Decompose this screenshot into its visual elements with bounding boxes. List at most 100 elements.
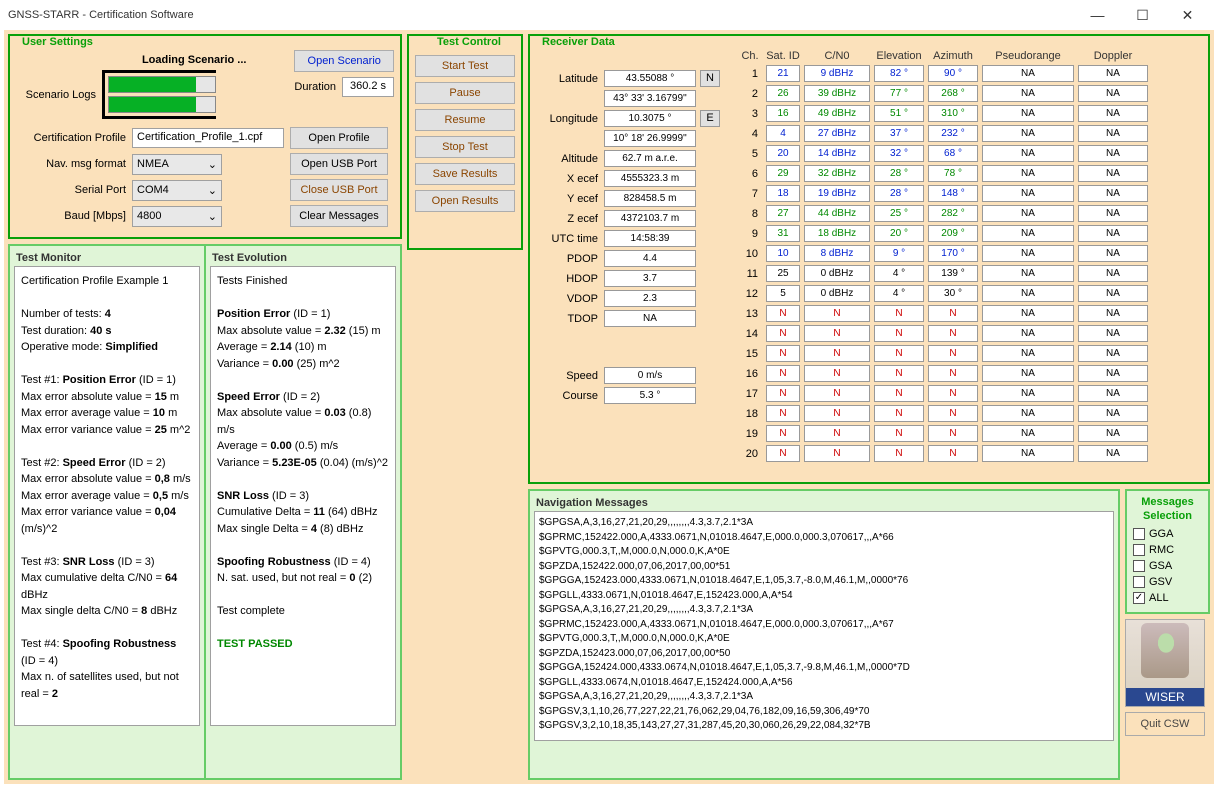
xecef-value: 4555323.3 m	[604, 170, 696, 187]
cert-profile-label: Certification Profile	[16, 132, 126, 144]
close-button[interactable]: ✕	[1165, 0, 1210, 30]
checkbox-rmc[interactable]: RMC	[1133, 544, 1202, 556]
hdr-azimuth: Azimuth	[928, 50, 978, 62]
altitude-value: 62.7 m a.r.e.	[604, 150, 696, 167]
chevron-down-icon: ⌄	[208, 184, 217, 197]
baud-select[interactable]: 4800⌄	[132, 206, 222, 227]
sat-row: 4 4 27 dBHz 37 ° 232 ° NA NA	[738, 124, 1148, 143]
vdop-label: VDOP	[536, 293, 598, 305]
pdop-label: PDOP	[536, 253, 598, 265]
yecef-value: 828458.5 m	[604, 190, 696, 207]
course-label: Course	[536, 390, 598, 402]
window-title: GNSS-STARR - Certification Software	[8, 9, 1075, 21]
lat-hem-button[interactable]: N	[700, 70, 720, 87]
longitude-value: 10.3075 °	[604, 110, 696, 127]
sat-row: 6 29 32 dBHz 28 ° 78 ° NA NA	[738, 164, 1148, 183]
minimize-button[interactable]: —	[1075, 0, 1120, 30]
open-usb-button[interactable]: Open USB Port	[290, 153, 388, 175]
chevron-down-icon: ⌄	[208, 210, 217, 223]
sat-row: 13 N N N N NA NA	[738, 304, 1148, 323]
user-settings-panel: User Settings Loading Scenario ... Scena…	[8, 34, 402, 239]
course-value: 5.3 °	[604, 387, 696, 404]
baud-label: Baud [Mbps]	[16, 210, 126, 222]
zecef-value: 4372103.7 m	[604, 210, 696, 227]
start-test-button[interactable]: Start Test	[415, 55, 515, 77]
latitude-dms: 43° 33' 3.16799''	[604, 90, 696, 107]
serial-port-select[interactable]: COM4⌄	[132, 180, 222, 201]
open-profile-button[interactable]: Open Profile	[290, 127, 388, 149]
sat-row: 3 16 49 dBHz 51 ° 310 ° NA NA	[738, 104, 1148, 123]
resume-button[interactable]: Resume	[415, 109, 515, 131]
cert-profile-input[interactable]: Certification_Profile_1.cpf	[132, 128, 284, 148]
sat-row: 7 18 19 dBHz 28 ° 148 ° NA NA	[738, 184, 1148, 203]
sat-row: 1 21 9 dBHz 82 ° 90 ° NA NA	[738, 64, 1148, 83]
checkbox-gga[interactable]: GGA	[1133, 528, 1202, 540]
sat-row: 15 N N N N NA NA	[738, 344, 1148, 363]
wiser-logo: WISER	[1125, 619, 1205, 707]
checkbox-gsv[interactable]: GSV	[1133, 576, 1202, 588]
hdop-value: 3.7	[604, 270, 696, 287]
sat-row: 11 25 0 dBHz 4 ° 139 ° NA NA	[738, 264, 1148, 283]
hdr-ch: Ch.	[738, 50, 762, 62]
xecef-label: X ecef	[536, 173, 598, 185]
pause-button[interactable]: Pause	[415, 82, 515, 104]
lon-hem-button[interactable]: E	[700, 110, 720, 127]
close-usb-button[interactable]: Close USB Port	[290, 179, 388, 201]
sat-row: 9 31 18 dBHz 20 ° 209 ° NA NA	[738, 224, 1148, 243]
nav-messages-title: Navigation Messages	[534, 495, 1114, 511]
sat-row: 19 N N N N NA NA	[738, 424, 1148, 443]
sat-row: 5 20 14 dBHz 32 ° 68 ° NA NA	[738, 144, 1148, 163]
nav-format-label: Nav. msg format	[16, 158, 126, 170]
test-monitor-title: Test Monitor	[14, 250, 200, 266]
test-evolution-body: Tests FinishedPosition Error (ID = 1)Max…	[210, 266, 396, 726]
checkbox-all[interactable]: ✓ALL	[1133, 592, 1202, 604]
open-results-button[interactable]: Open Results	[415, 190, 515, 212]
vdop-value: 2.3	[604, 290, 696, 307]
receiver-data-title: Receiver Data	[540, 36, 617, 48]
sat-row: 20 N N N N NA NA	[738, 444, 1148, 463]
test-evolution-title: Test Evolution	[210, 250, 396, 266]
messages-selection-panel: MessagesSelection GGA RMC GSA GSV ✓ALL	[1125, 489, 1210, 614]
sat-row: 14 N N N N NA NA	[738, 324, 1148, 343]
progress-1	[108, 76, 216, 93]
utc-value: 14:58:39	[604, 230, 696, 247]
hdr-elevation: Elevation	[874, 50, 924, 62]
test-control-title: Test Control	[435, 36, 503, 48]
pdop-value: 4.4	[604, 250, 696, 267]
speed-label: Speed	[536, 370, 598, 382]
altitude-label: Altitude	[536, 153, 598, 165]
test-control-panel: Test Control Start Test Pause Resume Sto…	[407, 34, 523, 250]
clear-messages-button[interactable]: Clear Messages	[290, 205, 388, 227]
zecef-label: Z ecef	[536, 213, 598, 225]
hdop-label: HDOP	[536, 273, 598, 285]
sat-row: 18 N N N N NA NA	[738, 404, 1148, 423]
longitude-dms: 10° 18' 26.9999''	[604, 130, 696, 147]
stop-test-button[interactable]: Stop Test	[415, 136, 515, 158]
receiver-data-panel: Receiver Data Latitude43.55088 °N 43° 33…	[528, 34, 1210, 484]
loading-label: Loading Scenario ...	[102, 54, 286, 66]
sat-row: 12 5 0 dBHz 4 ° 30 ° NA NA	[738, 284, 1148, 303]
tdop-value: NA	[604, 310, 696, 327]
quit-button[interactable]: Quit CSW	[1125, 712, 1205, 736]
checkbox-gsa[interactable]: GSA	[1133, 560, 1202, 572]
satellite-table: Ch. Sat. ID C/N0 Elevation Azimuth Pseud…	[738, 50, 1148, 464]
open-scenario-button[interactable]: Open Scenario	[294, 50, 394, 72]
sat-row: 2 26 39 dBHz 77 ° 268 ° NA NA	[738, 84, 1148, 103]
chevron-down-icon: ⌄	[208, 158, 217, 171]
sat-row: 10 10 8 dBHz 9 ° 170 ° NA NA	[738, 244, 1148, 263]
progress-2	[108, 96, 216, 113]
hdr-pseudorange: Pseudorange	[982, 50, 1074, 62]
test-monitor-panel: Test Monitor Certification Profile Examp…	[8, 244, 206, 780]
longitude-label: Longitude	[536, 113, 598, 125]
sat-row: 17 N N N N NA NA	[738, 384, 1148, 403]
nav-messages-body[interactable]: $GPGSA,A,3,16,27,21,20,29,,,,,,,,4.3,3.7…	[534, 511, 1114, 741]
scenario-logs-label: Scenario Logs	[16, 89, 96, 101]
duration-label: Duration	[294, 81, 336, 93]
save-results-button[interactable]: Save Results	[415, 163, 515, 185]
latitude-label: Latitude	[536, 73, 598, 85]
duration-value: 360.2 s	[342, 77, 394, 97]
maximize-button[interactable]: ☐	[1120, 0, 1165, 30]
hdr-doppler: Doppler	[1078, 50, 1148, 62]
nav-format-select[interactable]: NMEA⌄	[132, 154, 222, 175]
checkmark-icon: ✓	[1133, 592, 1145, 604]
